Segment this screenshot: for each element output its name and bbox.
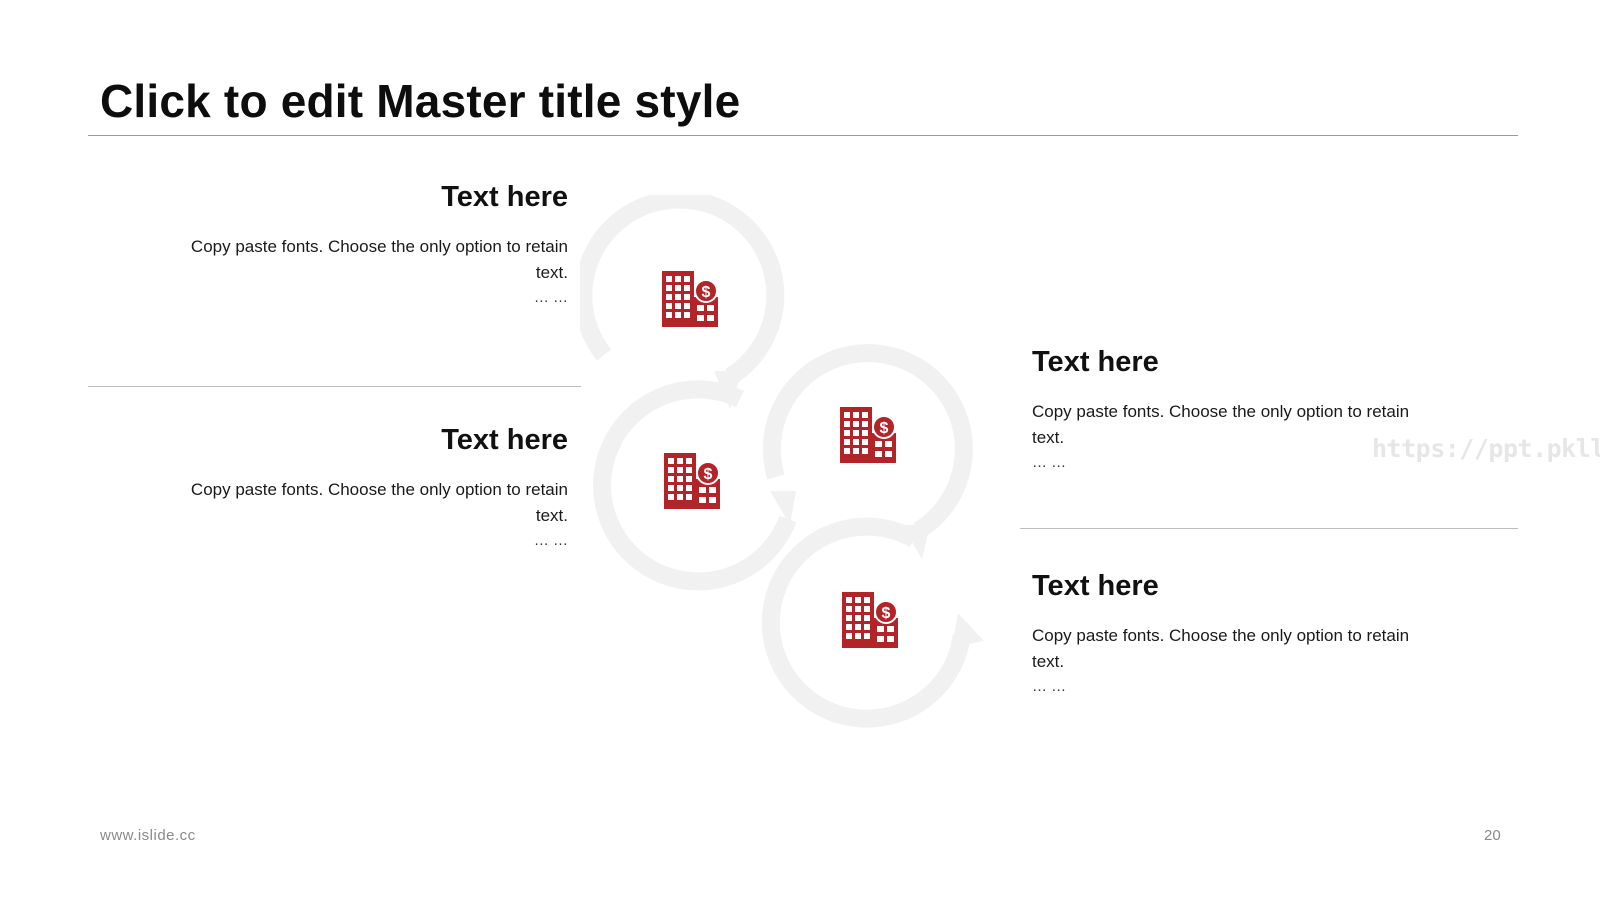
block-heading: Text here: [441, 424, 568, 456]
slide-title[interactable]: Click to edit Master title style: [100, 74, 740, 128]
footer-url: www.islide.cc: [100, 827, 196, 844]
cycle-diagram: $: [580, 195, 984, 728]
block-heading: Text here: [1032, 570, 1159, 602]
right-divider: [1020, 528, 1518, 529]
block-ellipsis: … …: [533, 289, 568, 306]
title-divider: [88, 135, 1518, 136]
text-block-1[interactable]: Text here Copy paste fonts. Choose the o…: [188, 180, 568, 309]
block-ellipsis: … …: [1032, 678, 1067, 695]
building-finance-icon: [661, 270, 719, 328]
text-block-2[interactable]: Text here Copy paste fonts. Choose the o…: [188, 423, 568, 552]
left-divider: [88, 386, 581, 387]
block-body: Copy paste fonts. Choose the only option…: [1032, 626, 1410, 671]
building-finance-icon: [663, 452, 721, 510]
block-body: Copy paste fonts. Choose the only option…: [190, 480, 568, 525]
block-body: Copy paste fonts. Choose the only option…: [1032, 402, 1410, 447]
text-block-3[interactable]: Text here Copy paste fonts. Choose the o…: [1032, 345, 1412, 474]
watermark-url: https://ppt.pkll.de: [1372, 434, 1600, 463]
block-heading: Text here: [441, 181, 568, 213]
page-number: 20: [1484, 827, 1501, 844]
text-block-4[interactable]: Text here Copy paste fonts. Choose the o…: [1032, 569, 1412, 698]
building-finance-icon: [839, 406, 897, 464]
block-heading: Text here: [1032, 346, 1159, 378]
block-ellipsis: … …: [1032, 454, 1067, 471]
building-finance-icon: [841, 591, 899, 649]
block-ellipsis: … …: [533, 532, 568, 549]
block-body: Copy paste fonts. Choose the only option…: [190, 237, 568, 282]
